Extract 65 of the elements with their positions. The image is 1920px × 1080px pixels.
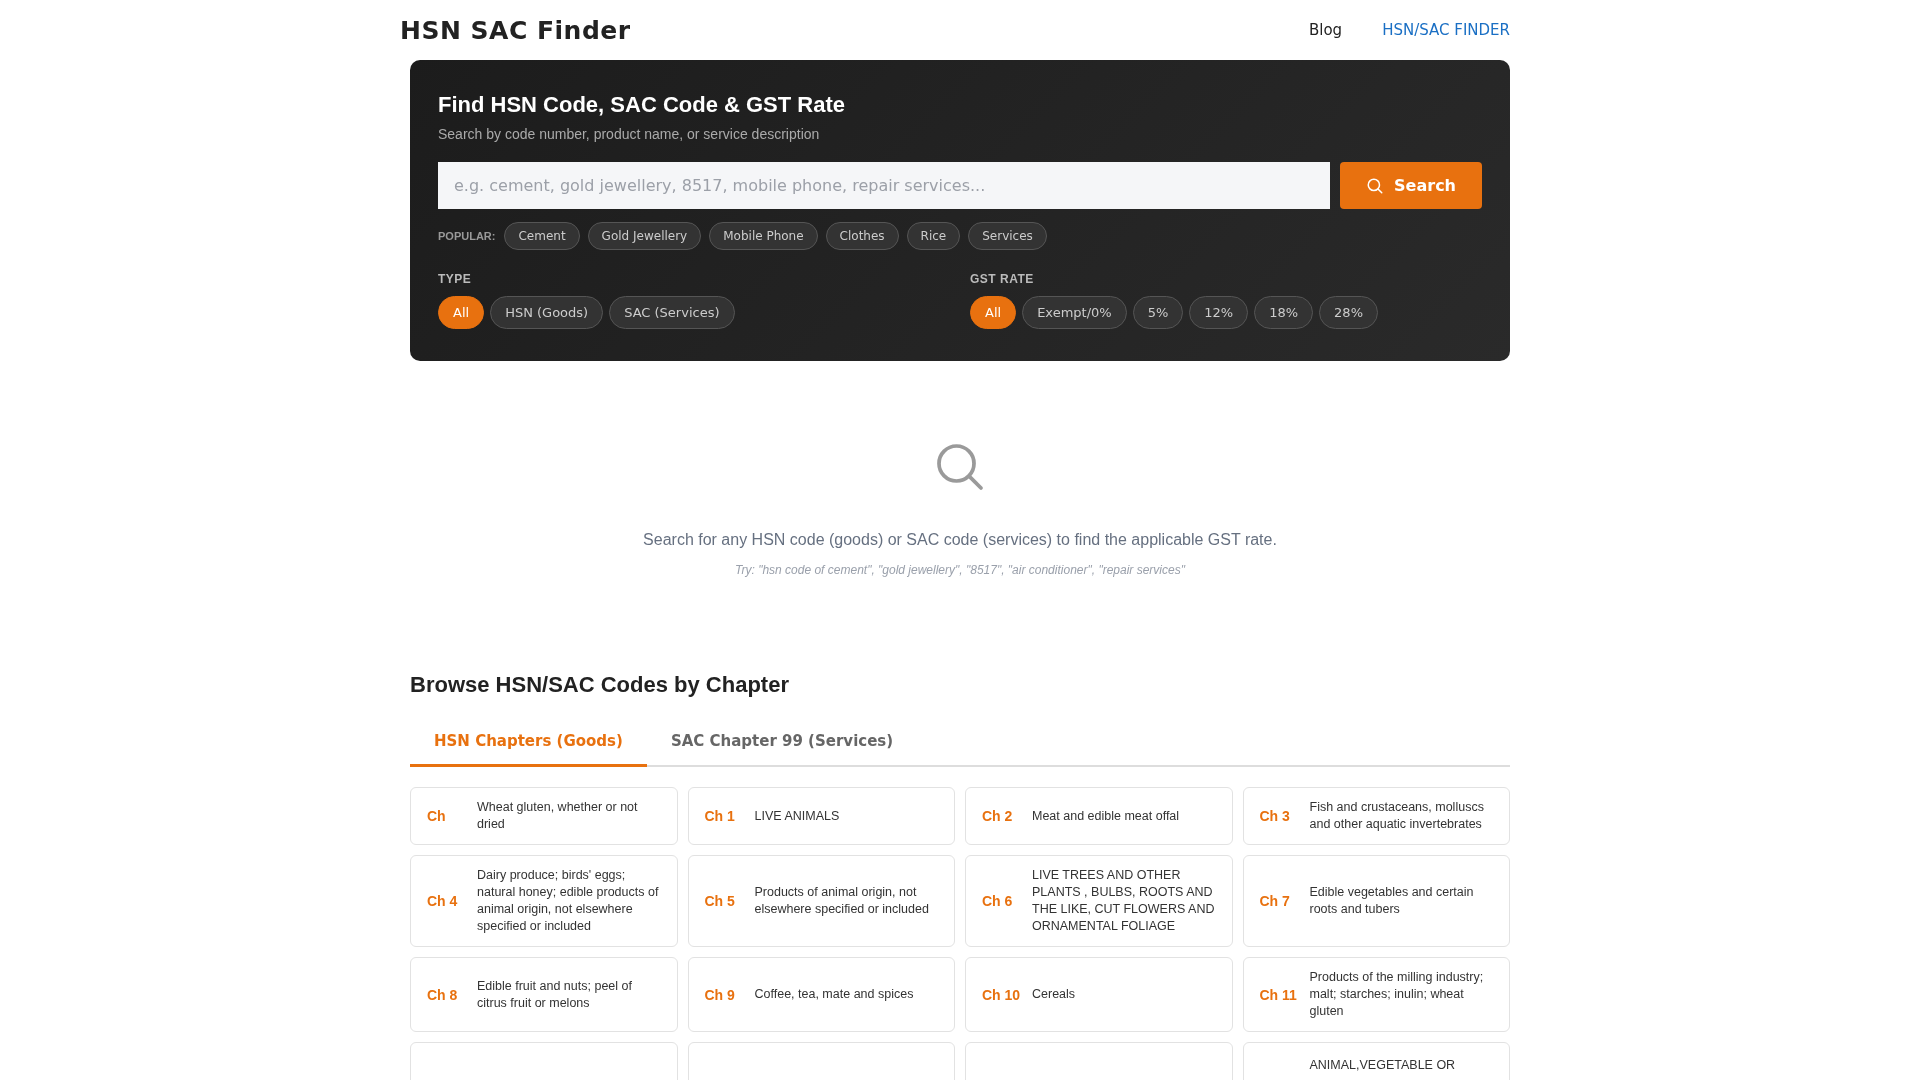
chapter-tab[interactable]: SAC Chapter 99 (Services) xyxy=(646,718,918,767)
chapter-card[interactable]: Ch 9 Coffee, tea, mate and spices xyxy=(687,957,955,1032)
chapter-card[interactable]: Ch 3 Fish and crustaceans, molluscs and other aquatic invertebrates xyxy=(1242,787,1510,845)
chapter-card[interactable]: Ch 2 Meat and edible meat offal xyxy=(965,787,1233,845)
chapter-number: Ch 3 xyxy=(1259,808,1291,824)
chapter-description: Products of the milling industry; malt; starches; inulin; wheat gluten xyxy=(1309,969,1485,1020)
popular-chip[interactable]: Rice xyxy=(906,222,961,250)
chapter-card[interactable]: Ch 5 Products of animal origin, not elsewhere specified or included xyxy=(687,855,955,947)
popular-chip[interactable]: Services xyxy=(968,222,1047,250)
chapter-number: Ch 6 xyxy=(982,893,1014,909)
filter-chip[interactable]: HSN (Goods) xyxy=(490,296,604,329)
nav-link[interactable]: HSN/SAC FINDER xyxy=(1382,21,1510,39)
chapter-card[interactable]: Ch 10 Cereals xyxy=(965,957,1233,1032)
search-icon xyxy=(1366,176,1385,195)
popular-chip[interactable]: Mobile Phone xyxy=(709,222,818,250)
chapter-description: ANIMAL,VEGETABLE OR xyxy=(1309,1058,1456,1072)
search-field[interactable]: e.g. cement, gold jewellery, 8517, mobile phone, repair services... xyxy=(438,162,1331,209)
chapter-number: Ch 5 xyxy=(704,893,736,909)
chapter-number: Ch 8 xyxy=(427,986,459,1003)
empty-message: Search for any HSN code (goods) or SAC code (services) to find the applicable GST rate. xyxy=(643,531,1277,549)
panel-title: Find HSN Code, SAC Code & GST Rate xyxy=(438,92,847,118)
chapter-description: Edible fruit and nuts; peel of citrus fruit or melons xyxy=(477,977,633,1012)
chapter-card[interactable]: Ch 7 Edible vegetables and certain roots and tubers xyxy=(1242,855,1510,947)
chapter-description: Cereals xyxy=(1032,986,1076,1003)
chapter-card[interactable]: Ch Wheat gluten, whether or not dried xyxy=(410,787,678,845)
chapter-card[interactable]: Ch 8 Edible fruit and nuts; peel of citrus fruit or melons xyxy=(410,957,678,1032)
chapter-description: Meat and edible meat offal xyxy=(1032,807,1180,825)
chapter-card[interactable]: Ch 11 Products of the milling industry; malt; starches; inulin; wheat gluten xyxy=(1242,957,1510,1032)
chapter-description: LIVE ANIMALS xyxy=(754,807,840,825)
filter-chip[interactable]: 18% xyxy=(1254,296,1314,329)
chapter-description: Fish and crustaceans, molluscs and other aquatic invertebrates xyxy=(1309,799,1485,833)
popular-chip[interactable]: Clothes xyxy=(825,222,899,250)
chapter-number: Ch 9 xyxy=(704,986,736,1003)
chapter-number: Ch 11 xyxy=(1259,986,1298,1003)
filter-chip[interactable]: SAC (Services) xyxy=(609,296,735,329)
popular-chip[interactable]: Cement xyxy=(504,222,580,250)
chapter-card[interactable]: ANIMAL,VEGETABLE OR xyxy=(1242,1042,1510,1080)
chapter-number: Ch 7 xyxy=(1259,893,1291,909)
chapter-description: Edible vegetables and certain roots and tubers xyxy=(1309,884,1475,918)
panel-subtitle: Search by code number, product name, or service description xyxy=(438,126,821,142)
filter-chip[interactable]: Exempt/0% xyxy=(1022,296,1127,329)
filter-chip[interactable]: 12% xyxy=(1189,296,1249,329)
site-brand[interactable]: HSN SAC Finder xyxy=(400,15,631,45)
filter-chip[interactable]: 5% xyxy=(1132,296,1184,329)
chapter-number: Ch 1 xyxy=(704,808,736,824)
chapter-card[interactable]: Ch 6 LIVE TREES AND OTHER PLANTS , BULBS, ROOTS AND THE LIKE, CUT FLOWERS AND ORNAMENTAL FOLIAGE xyxy=(965,855,1233,947)
chapter-description: LIVE TREES AND OTHER PLANTS , BULBS, ROOTS AND THE LIKE, CUT FLOWERS AND ORNAMENTAL FOLIAGE xyxy=(1032,867,1216,935)
search-hint: Try: "hsn code of cement", "gold jewellery", "8517", "air conditioner", "repair services" xyxy=(735,563,1185,577)
filter-label: TYPE xyxy=(438,272,473,286)
chapter-description: Coffee, tea, mate and spices xyxy=(754,986,914,1003)
filter-label: GST RATE xyxy=(970,272,1035,286)
chapter-card[interactable]: Ch 4 Dairy produce; birds' eggs; natural honey; edible products of animal origin, not elsewhere specified or included xyxy=(410,855,678,947)
chapter-number: Ch 2 xyxy=(982,808,1014,824)
popular-label: POPULAR: xyxy=(438,230,496,242)
chapter-number: Ch xyxy=(427,808,447,824)
popular-chip[interactable]: Gold Jewellery xyxy=(587,222,702,250)
section-title: Browse HSN/SAC Codes by Chapter xyxy=(410,672,790,698)
chapter-description: Wheat gluten, whether or not dried xyxy=(477,799,639,833)
chapter-description: Dairy produce; birds' eggs; natural honey; edible products of animal origin, not elsewhere specified or included xyxy=(477,867,660,935)
chapter-card[interactable]: Ch 1 LIVE ANIMALS xyxy=(687,787,955,845)
chapter-description: Products of animal origin, not elsewhere specified or included xyxy=(754,884,930,918)
nav-link[interactable]: Blog xyxy=(1309,21,1343,39)
chapter-number: Ch 10 xyxy=(982,986,1020,1003)
chapter-number: Ch 4 xyxy=(427,893,459,909)
filter-chip[interactable]: 28% xyxy=(1319,296,1378,329)
